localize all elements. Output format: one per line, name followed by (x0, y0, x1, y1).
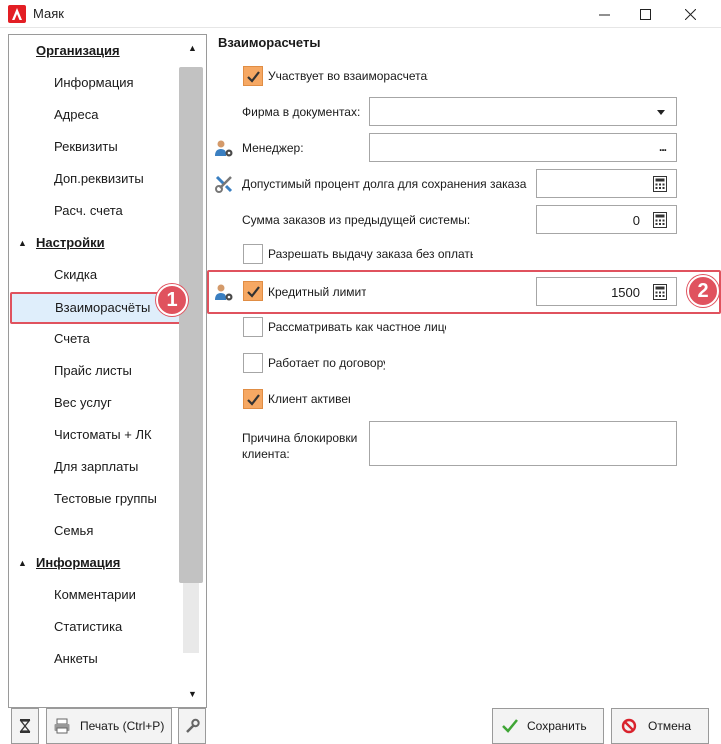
tools-icon (215, 175, 233, 193)
prev-orders-value: 0 (632, 213, 640, 228)
firm-select[interactable] (369, 97, 677, 126)
scroll-down-icon[interactable]: ▼ (179, 681, 206, 707)
nav-item-service-weight[interactable]: Вес услуг (9, 387, 179, 419)
minimize-button[interactable] (581, 0, 627, 28)
contract-checkbox[interactable] (243, 353, 263, 373)
scroll-thumb[interactable] (179, 67, 203, 583)
close-button[interactable] (667, 0, 713, 28)
nav-item-discount[interactable]: Скидка (9, 259, 179, 291)
block-reason-textarea[interactable] (369, 421, 677, 466)
wrench-icon (186, 718, 200, 733)
nav-item-family[interactable]: Семья (9, 515, 179, 547)
nav-item-extra-requisites[interactable]: Доп.реквизиты (9, 163, 179, 195)
hourglass-button[interactable] (11, 708, 39, 744)
calculator-icon[interactable] (653, 284, 667, 300)
credit-limit-field[interactable]: 1500 (536, 277, 677, 306)
checkmark-icon (502, 719, 518, 733)
nav-panel: Организация Информация Адреса Реквизиты … (8, 34, 207, 708)
manager-field[interactable]: ... (369, 133, 677, 162)
allow-unpaid-label: Разрешать выдачу заказа без оплаты (268, 247, 473, 261)
printer-icon (54, 718, 70, 734)
prev-orders-field[interactable]: 0 (536, 205, 677, 234)
title-bar: Маяк (0, 0, 721, 28)
scroll-rail[interactable] (183, 583, 199, 653)
debt-percent-label: Допустимый процент долга для сохранения … (242, 177, 527, 191)
nav-item-invoices[interactable]: Счета (9, 323, 179, 355)
step-badge-2: 2 (687, 275, 719, 307)
nav-section-label: Настройки (36, 235, 105, 250)
debt-percent-field[interactable] (536, 169, 677, 198)
nav-item-salary[interactable]: Для зарплаты (9, 451, 179, 483)
prev-orders-label: Сумма заказов из предыдущей системы: (242, 213, 471, 227)
credit-limit-value: 1500 (611, 285, 640, 300)
maximize-icon (639, 8, 651, 20)
nav-item-info[interactable]: Информация (9, 67, 179, 99)
cancel-button[interactable]: Отмена (611, 708, 709, 744)
window-client: Организация Информация Адреса Реквизиты … (0, 28, 721, 744)
nav-scrollbar[interactable]: ▲ ▼ (179, 35, 206, 707)
nav-item-statistics[interactable]: Статистика (9, 611, 179, 643)
manager-label: Менеджер: (242, 141, 304, 155)
settings-button[interactable] (178, 708, 206, 744)
nav-item-surveys[interactable]: Анкеты (9, 643, 179, 675)
allow-unpaid-checkbox[interactable] (243, 244, 263, 264)
cancel-label: Отмена (648, 719, 692, 733)
nav-section-organization[interactable]: Организация (9, 35, 179, 67)
step-badge-1: 1 (156, 284, 188, 316)
collapse-triangle-icon: ▲ (18, 238, 27, 248)
collapse-triangle-icon: ▲ (18, 558, 27, 568)
maximize-button[interactable] (622, 0, 668, 28)
print-label: Печать (Ctrl+P) (80, 719, 165, 733)
ellipsis-button[interactable]: ... (659, 140, 667, 154)
nav-item-requisites[interactable]: Реквизиты (9, 131, 179, 163)
save-label: Сохранить (527, 719, 587, 733)
close-icon (684, 8, 696, 20)
calculator-icon[interactable] (653, 212, 667, 228)
person-settings-icon (215, 140, 233, 157)
nav-item-comments[interactable]: Комментарии (9, 579, 179, 611)
bottom-toolbar: Печать (Ctrl+P) Сохранить Отмена (0, 708, 721, 744)
active-checkbox[interactable] (243, 389, 263, 409)
block-reason-label: Причина блокировки клиента: (242, 431, 358, 461)
private-person-checkbox[interactable] (243, 317, 263, 337)
active-label: Клиент активен (268, 392, 350, 406)
minimize-icon (598, 14, 610, 15)
nav-item-addresses[interactable]: Адреса (9, 99, 179, 131)
firm-label: Фирма в документах: (242, 105, 361, 119)
scroll-up-icon[interactable]: ▲ (179, 35, 206, 61)
settlements-panel: Взаиморасчеты Участвует во взаиморасчета… (207, 28, 721, 708)
save-button[interactable]: Сохранить (492, 708, 604, 744)
participates-label: Участвует во взаиморасчетах (268, 69, 428, 83)
calculator-icon[interactable] (653, 176, 667, 192)
checkmark-icon (247, 394, 260, 406)
nav-item-bank-accounts[interactable]: Расч. счета (9, 195, 179, 227)
app-logo-icon (8, 5, 26, 23)
contract-label: Работает по договору (268, 356, 385, 370)
chevron-down-icon[interactable] (657, 110, 665, 115)
nav-item-test-groups[interactable]: Тестовые группы (9, 483, 179, 515)
nav-item-chistomaty[interactable]: Чистоматы + ЛК (9, 419, 179, 451)
person-settings-icon (215, 284, 233, 301)
private-person-label: Рассматривать как частное лицо (268, 320, 446, 334)
participates-checkbox[interactable] (243, 66, 263, 86)
nav-item-price-lists[interactable]: Прайс листы (9, 355, 179, 387)
nav-section-information[interactable]: ▲ Информация (9, 547, 179, 579)
credit-limit-label: Кредитный лимит (268, 285, 366, 299)
credit-limit-checkbox[interactable] (243, 281, 263, 301)
checkmark-icon (247, 71, 260, 83)
nav-section-label: Информация (36, 555, 121, 570)
hourglass-icon (19, 719, 31, 733)
checkmark-icon (247, 286, 260, 298)
print-button[interactable]: Печать (Ctrl+P) (46, 708, 172, 744)
nav-section-label: Организация (36, 43, 120, 58)
nav-section-settings[interactable]: ▲ Настройки (9, 227, 179, 259)
cancel-icon (621, 718, 637, 734)
group-title: Взаиморасчеты (218, 35, 321, 50)
window-title: Маяк (33, 6, 64, 21)
